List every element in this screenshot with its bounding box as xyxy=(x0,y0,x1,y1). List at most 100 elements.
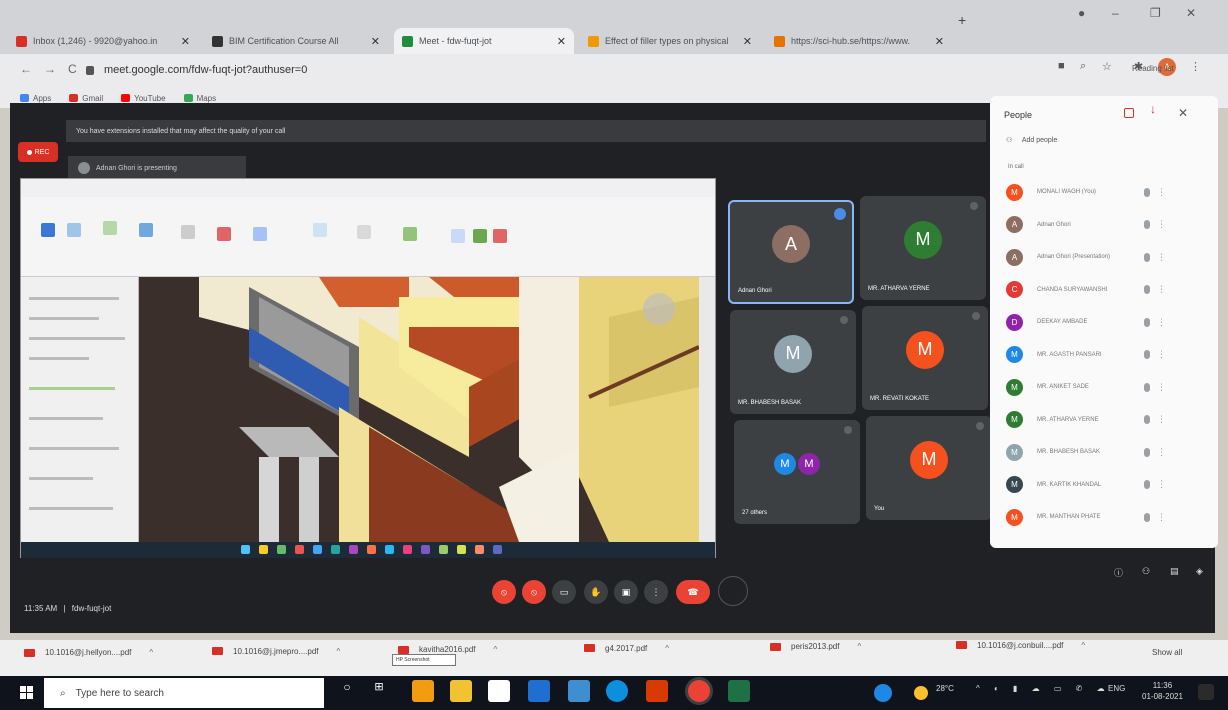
microphone-off-button[interactable]: ⦸ xyxy=(492,580,516,604)
close-window-icon[interactable]: ✕ xyxy=(1186,6,1196,20)
weather-app-icon[interactable] xyxy=(874,684,892,702)
edge-icon[interactable] xyxy=(606,680,628,702)
camera-icon[interactable]: ■ xyxy=(1058,60,1065,72)
info-icon[interactable]: ⓘ xyxy=(1114,566,1123,579)
present-button[interactable]: ▣ xyxy=(614,580,638,604)
chevron-up-icon[interactable]: ^ xyxy=(857,642,861,651)
zoom-icon[interactable]: ⌕ xyxy=(1080,60,1086,73)
people-list-item[interactable]: M MR. MANTHAN PHATE ⋮ xyxy=(1006,505,1202,529)
reload-icon[interactable]: C xyxy=(68,62,77,76)
tab-close-icon[interactable]: ✕ xyxy=(925,35,944,48)
more-actions-icon[interactable]: ⋮ xyxy=(1157,382,1166,393)
more-actions-icon[interactable]: ⋮ xyxy=(1157,219,1166,230)
office-icon[interactable] xyxy=(646,680,668,702)
chevron-up-icon[interactable]: ^ xyxy=(149,648,153,657)
browser-tab[interactable]: Effect of filler types on physical ✕ xyxy=(580,28,760,54)
download-item[interactable]: peris2013.pdf ^ xyxy=(770,642,861,651)
chevron-up-icon[interactable]: ^ xyxy=(1081,641,1085,650)
new-tab-button[interactable]: + xyxy=(958,12,966,28)
more-actions-icon[interactable]: ⋮ xyxy=(1157,252,1166,263)
more-actions-icon[interactable]: ⋮ xyxy=(1157,414,1166,425)
windows-search-box[interactable]: ⌕ Type here to search xyxy=(44,678,324,708)
more-actions-icon[interactable]: ⋮ xyxy=(1157,447,1166,458)
app-icon-store[interactable] xyxy=(568,680,590,702)
people-list-item[interactable]: M MR. KARTIK KHANDAL ⋮ xyxy=(1006,473,1202,497)
chrome-icon[interactable] xyxy=(688,680,710,702)
camera-off-button[interactable]: ⦸ xyxy=(522,580,546,604)
browser-tab[interactable]: Inbox (1,246) - 9920@yahoo.in ✕ xyxy=(8,28,198,54)
close-panel-icon[interactable]: ✕ xyxy=(1178,106,1188,120)
amazon-icon[interactable] xyxy=(488,680,510,702)
more-actions-icon[interactable]: ⋮ xyxy=(1157,512,1166,523)
input-language[interactable]: ENG xyxy=(1108,684,1125,693)
browser-tab[interactable]: BIM Certification Course All ✕ xyxy=(204,28,388,54)
profile-dot-icon[interactable]: ● xyxy=(1078,6,1085,20)
forward-icon[interactable]: → xyxy=(44,62,56,76)
activities-ring[interactable] xyxy=(718,576,748,606)
more-actions-icon[interactable]: ⋮ xyxy=(1157,284,1166,295)
tab-close-icon[interactable]: ✕ xyxy=(171,35,190,48)
browser-tab[interactable]: Meet - fdw-fuqt-jot ✕ xyxy=(394,28,574,54)
windows-start-icon[interactable] xyxy=(20,686,33,699)
people-list-item[interactable]: A Adnan Ghori (Presentation) ⋮ xyxy=(1006,245,1202,269)
people-list-item[interactable]: M MR. BHABESH BASAK ⋮ xyxy=(1006,440,1202,464)
tab-close-icon[interactable]: ✕ xyxy=(733,35,752,48)
more-actions-icon[interactable]: ⋮ xyxy=(1157,349,1166,360)
captions-button[interactable]: ▭ xyxy=(552,580,576,604)
participant-tile[interactable]: M M 27 others xyxy=(734,420,860,524)
download-item[interactable]: kavitha2016.pdf ^ xyxy=(398,645,497,654)
reading-list-button[interactable]: Reading list xyxy=(1132,64,1174,73)
participant-tile[interactable]: M MR. ATHARVA YERNE xyxy=(860,196,986,300)
activities-icon[interactable]: ◈ xyxy=(1196,566,1203,577)
people-list-item[interactable]: D DEEKAY AMBADE ⋮ xyxy=(1006,310,1202,334)
star-icon[interactable]: ☆ xyxy=(1102,60,1112,73)
excel-icon[interactable] xyxy=(728,680,750,702)
file-explorer-icon[interactable] xyxy=(450,680,472,702)
more-actions-icon[interactable]: ⋮ xyxy=(1157,187,1166,198)
download-item[interactable]: 10.1016@j.hellyon....pdf ^ xyxy=(24,648,153,657)
clock[interactable]: 11:36 01-08-2021 xyxy=(1142,680,1183,702)
chat-icon[interactable]: ▤ xyxy=(1170,566,1179,577)
tab-close-icon[interactable]: ✕ xyxy=(547,35,566,48)
bookmark-apps[interactable]: Apps xyxy=(20,94,51,103)
chevron-up-icon[interactable]: ^ xyxy=(494,645,498,654)
participant-tile[interactable]: M MR. REVATI KOKATE xyxy=(862,306,988,410)
more-options-button[interactable]: ⋮ xyxy=(644,580,668,604)
download-item[interactable]: 10.1016@j.jmepro....pdf ^ xyxy=(212,647,340,656)
chevron-up-icon[interactable]: ^ xyxy=(665,644,669,653)
menu-icon[interactable]: ⋮ xyxy=(1190,60,1201,73)
download-item[interactable]: g4.2017.pdf ^ xyxy=(584,644,669,653)
minimize-icon[interactable]: – xyxy=(1112,6,1119,20)
bookmark-youtube[interactable]: YouTube xyxy=(121,94,166,103)
people-list-item[interactable]: M MR. ATHARVA YERNE ⋮ xyxy=(1006,408,1202,432)
downloads-show-all[interactable]: Show all xyxy=(1152,648,1182,657)
more-actions-icon[interactable]: ⋮ xyxy=(1157,317,1166,328)
app-icon-winzip[interactable] xyxy=(412,680,434,702)
add-people-button[interactable]: ⚇ Add people xyxy=(1006,136,1057,144)
maximize-icon[interactable]: ❐ xyxy=(1150,6,1161,20)
cortana-icon[interactable]: ○ xyxy=(336,680,358,702)
leave-call-button[interactable]: ☎ xyxy=(676,580,710,604)
task-view-icon[interactable]: ⊞ xyxy=(368,680,390,702)
bookmark-gmail[interactable]: Gmail xyxy=(69,94,103,103)
download-item[interactable]: 10.1016@j.conbuil....pdf ^ xyxy=(956,641,1085,650)
more-actions-icon[interactable]: ⋮ xyxy=(1157,479,1166,490)
address-bar[interactable]: meet.google.com/fdw-fuqt-jot?authuser=0 xyxy=(86,58,1106,82)
notifications-icon[interactable] xyxy=(1198,684,1214,700)
dropbox-icon[interactable] xyxy=(528,680,550,702)
system-tray-icons[interactable]: ^ ◐ ▮ ☁ ▭ ✆ ☁ xyxy=(976,684,1111,693)
back-icon[interactable]: ← xyxy=(20,62,32,76)
participant-tile[interactable]: M MR. BHABESH BASAK xyxy=(730,310,856,414)
bookmark-maps[interactable]: Maps xyxy=(183,94,216,103)
chevron-up-icon[interactable]: ^ xyxy=(337,647,341,656)
browser-tab[interactable]: https://sci-hub.se/https://www. ✕ xyxy=(766,28,952,54)
raise-hand-button[interactable]: ✋ xyxy=(584,580,608,604)
people-list-item[interactable]: M MONALI WAGH (You) ⋮ xyxy=(1006,180,1202,204)
people-list-item[interactable]: M MR. AGASTH PANSARI ⋮ xyxy=(1006,343,1202,367)
people-list-item[interactable]: M MR. ANIKET SADE ⋮ xyxy=(1006,375,1202,399)
people-list-item[interactable]: C CHANDA SURYAWANSHI ⋮ xyxy=(1006,278,1202,302)
participant-tile[interactable]: A Adnan Ghori xyxy=(728,200,854,304)
people-icon[interactable]: ⚇ xyxy=(1142,566,1150,577)
people-list-item[interactable]: A Adnan Ghori ⋮ xyxy=(1006,213,1202,237)
host-control-icon[interactable] xyxy=(1124,108,1134,118)
